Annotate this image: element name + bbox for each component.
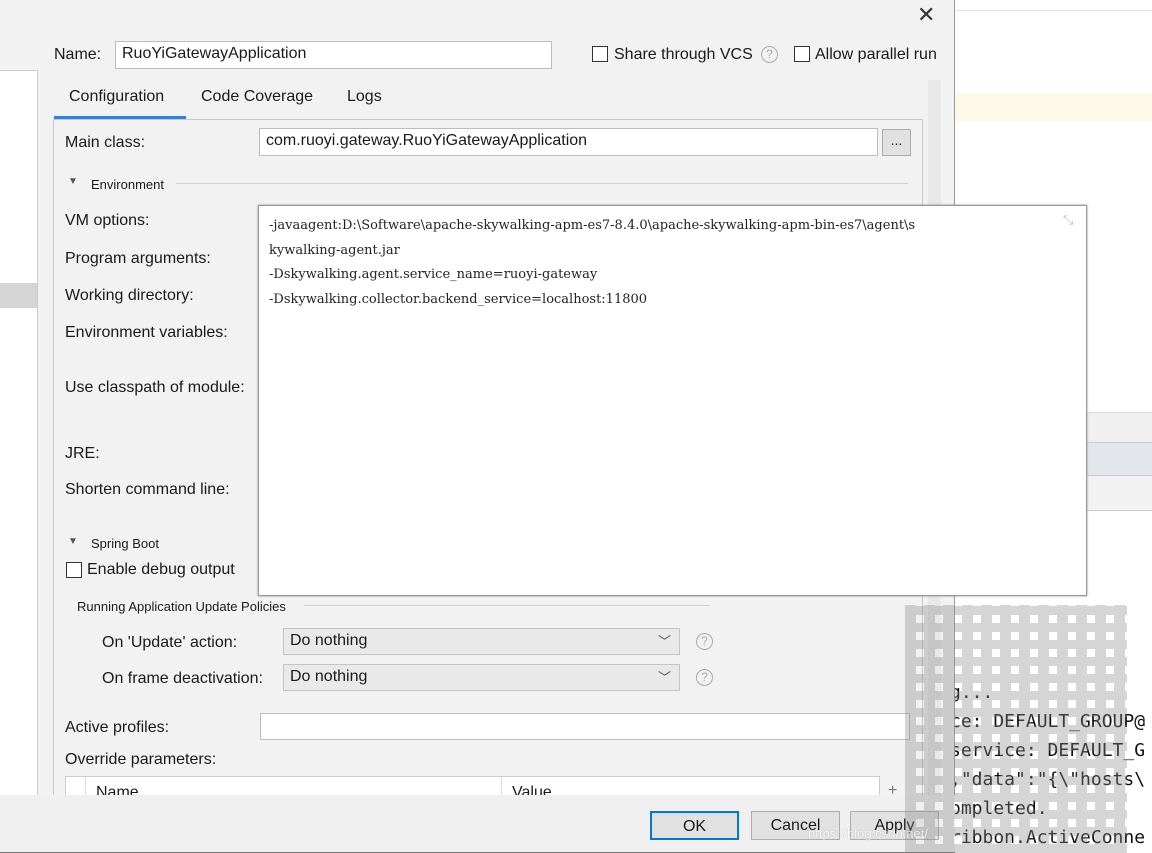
on-update-label: On 'Update' action: bbox=[102, 634, 238, 651]
tab-logs[interactable]: Logs bbox=[347, 88, 382, 106]
column-header-value[interactable]: Value bbox=[512, 784, 552, 795]
name-label: Name: bbox=[54, 46, 102, 63]
collapse-icon[interactable]: ▼ bbox=[68, 176, 78, 187]
highlighted-line bbox=[955, 93, 1152, 121]
collapse-editor-icon[interactable]: ⤡ bbox=[1063, 212, 1073, 228]
help-icon[interactable]: ? bbox=[696, 633, 713, 650]
share-vcs-checkbox[interactable] bbox=[592, 46, 608, 62]
tree-selected-item[interactable] bbox=[0, 283, 37, 308]
on-update-select[interactable]: Do nothing ﹀ bbox=[283, 628, 680, 655]
help-icon[interactable]: ? bbox=[696, 669, 713, 686]
watermark-text: https://blog.csdn.net/ bbox=[808, 826, 928, 841]
collapse-icon[interactable]: ▼ bbox=[68, 536, 78, 547]
jre-label: JRE: bbox=[65, 445, 100, 462]
update-policies-section: Running Application Update Policies bbox=[77, 599, 286, 614]
program-args-label: Program arguments: bbox=[65, 250, 211, 267]
vm-option-line: kywalking-agent.jar bbox=[269, 242, 400, 258]
debug-output-label: Enable debug output bbox=[87, 561, 235, 578]
allow-parallel-checkbox[interactable] bbox=[794, 46, 810, 62]
share-vcs-label: Share through VCS bbox=[614, 46, 753, 63]
name-input[interactable]: RuoYiGatewayApplication bbox=[115, 41, 552, 69]
main-class-label: Main class: bbox=[65, 134, 146, 151]
spring-boot-section: Spring Boot bbox=[91, 536, 159, 551]
on-update-value: Do nothing bbox=[290, 632, 368, 649]
configuration-tree[interactable] bbox=[0, 70, 38, 800]
divider bbox=[304, 605, 710, 606]
help-icon[interactable]: ? bbox=[761, 46, 778, 63]
active-profiles-label: Active profiles: bbox=[65, 719, 170, 736]
working-dir-label: Working directory: bbox=[65, 287, 194, 304]
column-header-name[interactable]: Name bbox=[96, 784, 139, 795]
allow-parallel-label: Allow parallel run bbox=[815, 46, 937, 63]
divider bbox=[85, 777, 86, 795]
active-profiles-input[interactable] bbox=[260, 713, 910, 740]
override-params-label: Override parameters: bbox=[65, 751, 217, 768]
divider bbox=[955, 10, 1152, 11]
on-frame-label: On frame deactivation: bbox=[102, 670, 263, 687]
vm-option-line: -Dskywalking.agent.service_name=ruoyi-ga… bbox=[269, 267, 598, 282]
browse-button[interactable]: ... bbox=[882, 129, 911, 156]
vm-option-line: -javaagent:D:\Software\apache-skywalking… bbox=[269, 218, 916, 233]
shorten-cmd-label: Shorten command line: bbox=[65, 481, 230, 498]
debug-output-checkbox[interactable] bbox=[66, 562, 82, 578]
vm-options-label: VM options: bbox=[65, 212, 150, 229]
main-class-input[interactable]: com.ruoyi.gateway.RuoYiGatewayApplicatio… bbox=[259, 128, 878, 156]
close-icon[interactable]: ✕ bbox=[917, 2, 935, 28]
qr-code-watermark bbox=[905, 605, 1127, 853]
chevron-down-icon: ﹀ bbox=[657, 634, 671, 649]
on-frame-value: Do nothing bbox=[290, 668, 368, 685]
on-frame-select[interactable]: Do nothing ﹀ bbox=[283, 664, 680, 691]
tab-configuration[interactable]: Configuration bbox=[69, 88, 164, 106]
classpath-label: Use classpath of module: bbox=[65, 379, 245, 396]
environment-section: Environment bbox=[91, 177, 164, 192]
override-params-table[interactable]: Name Value bbox=[65, 776, 880, 795]
divider bbox=[501, 777, 502, 795]
ok-button[interactable]: OK bbox=[650, 811, 739, 840]
vm-option-line: -Dskywalking.collector.backend_service=l… bbox=[269, 291, 648, 307]
env-vars-label: Environment variables: bbox=[65, 324, 228, 341]
tab-code-coverage[interactable]: Code Coverage bbox=[201, 88, 313, 106]
chevron-down-icon: ﹀ bbox=[657, 670, 671, 685]
vm-options-expanded-editor[interactable]: -javaagent:D:\Software\apache-skywalking… bbox=[258, 205, 1087, 596]
divider bbox=[176, 183, 908, 184]
